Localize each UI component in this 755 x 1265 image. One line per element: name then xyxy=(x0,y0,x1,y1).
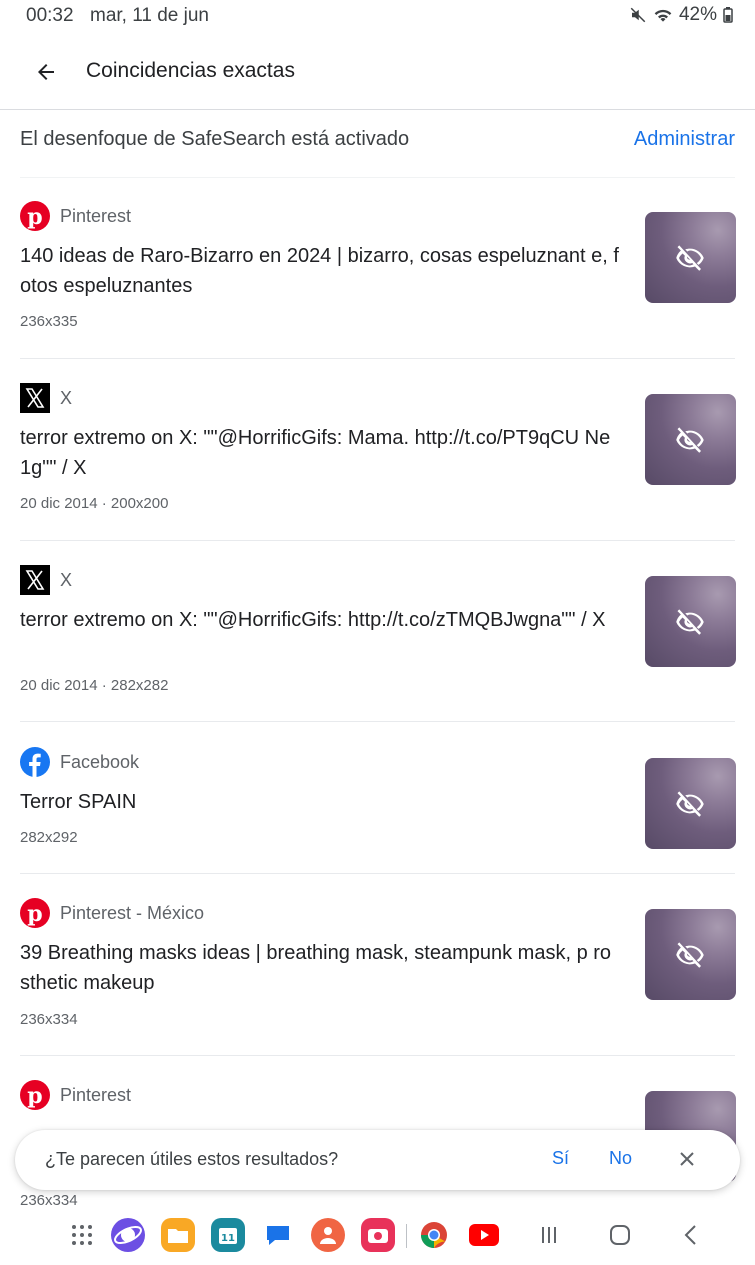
result-meta: 20 dic 2014 · 200x200 xyxy=(20,495,169,512)
result-source-name: Pinterest xyxy=(60,205,132,226)
result-meta: 236x335 xyxy=(20,313,78,330)
divider xyxy=(20,358,735,359)
status-bar: 00:32 mar, 11 de jun 42% xyxy=(0,0,755,32)
divider xyxy=(20,1055,735,1056)
messages-app-icon[interactable] xyxy=(261,1218,295,1252)
svg-text:p: p xyxy=(27,1083,42,1109)
blurred-thumbnail[interactable] xyxy=(645,212,736,303)
result-source-name: Pinterest xyxy=(60,1084,132,1105)
nav-back-button[interactable] xyxy=(674,1218,708,1252)
safesearch-banner: El desenfoque de SafeSearch está activad… xyxy=(0,111,755,177)
facebook-icon xyxy=(20,747,50,777)
camera-app-icon[interactable] xyxy=(361,1218,395,1252)
home-button[interactable] xyxy=(603,1218,637,1252)
result-source-name: X xyxy=(60,387,73,408)
divider xyxy=(20,540,735,541)
result-source: p Pinterest - México xyxy=(20,898,204,928)
visibility-off-icon xyxy=(676,427,704,453)
x-icon xyxy=(20,565,50,595)
blurred-thumbnail[interactable] xyxy=(645,394,736,485)
app-bar: Coincidencias exactas xyxy=(0,32,755,110)
safesearch-status: El desenfoque de SafeSearch está activad… xyxy=(20,128,410,150)
visibility-off-icon xyxy=(676,942,704,968)
svg-text:p: p xyxy=(27,204,42,230)
status-date: mar, 11 de jun xyxy=(90,5,210,26)
result-meta: 236x334 xyxy=(20,1011,78,1028)
blurred-thumbnail[interactable] xyxy=(645,576,736,667)
result-source: Facebook xyxy=(20,747,139,777)
wifi-icon xyxy=(654,9,672,22)
battery-level: 42% xyxy=(678,4,717,25)
result-source-name: Facebook xyxy=(60,751,140,772)
recent-apps-button[interactable] xyxy=(532,1218,566,1252)
youtube-app-icon[interactable] xyxy=(467,1218,501,1252)
result-title[interactable]: Terror SPAIN xyxy=(20,787,620,817)
svg-text:11: 11 xyxy=(221,1233,235,1244)
back-button[interactable] xyxy=(30,56,62,88)
blurred-thumbnail[interactable] xyxy=(645,909,736,1000)
status-indicators: 42% xyxy=(629,4,733,26)
feedback-question: ¿Te parecen útiles estos resultados? xyxy=(45,1149,339,1169)
result-title[interactable]: terror extremo on X: ""@HorrificGifs: ht… xyxy=(20,605,620,635)
result-source: p Pinterest xyxy=(20,1080,131,1110)
result-source-name: X xyxy=(60,569,73,590)
divider xyxy=(20,721,735,722)
files-app-icon[interactable] xyxy=(161,1218,195,1252)
app-drawer-icon[interactable] xyxy=(65,1218,99,1252)
arrow-back-icon xyxy=(38,64,54,80)
blurred-thumbnail[interactable] xyxy=(645,758,736,849)
feedback-no-button[interactable]: No xyxy=(609,1148,632,1169)
result-source: X xyxy=(20,383,72,413)
battery-icon xyxy=(723,7,733,23)
mute-icon xyxy=(630,7,646,23)
result-title[interactable]: 39 Breathing masks ideas | breathing mas… xyxy=(20,938,620,998)
page-title: Coincidencias exactas xyxy=(86,59,295,82)
svg-text:p: p xyxy=(27,901,42,927)
manage-safesearch-link[interactable]: Administrar xyxy=(634,128,735,151)
pinterest-icon: p xyxy=(20,1080,50,1110)
contacts-app-icon[interactable] xyxy=(311,1218,345,1252)
pinterest-icon: p xyxy=(20,898,50,928)
calendar-app-icon[interactable]: 11 xyxy=(211,1218,245,1252)
internet-app-icon[interactable] xyxy=(111,1218,145,1252)
result-meta: 20 dic 2014 · 282x282 xyxy=(20,677,169,694)
close-icon[interactable] xyxy=(675,1147,699,1171)
divider xyxy=(20,873,735,874)
result-source: p Pinterest xyxy=(20,201,131,231)
visibility-off-icon xyxy=(676,791,704,817)
result-meta: 236x334 xyxy=(20,1192,78,1209)
result-source-name: Pinterest - México xyxy=(60,902,205,923)
divider xyxy=(20,177,735,178)
status-time: 00:32 xyxy=(26,5,74,26)
result-title[interactable]: 140 ideas de Raro-Bizarro en 2024 | biza… xyxy=(20,241,620,301)
result-source: X xyxy=(20,565,72,595)
feedback-yes-button[interactable]: Sí xyxy=(552,1148,569,1169)
visibility-off-icon xyxy=(676,245,704,271)
pinterest-icon: p xyxy=(20,201,50,231)
dock-divider xyxy=(406,1224,407,1248)
dock: 11 xyxy=(0,1210,755,1265)
result-meta: 282x292 xyxy=(20,829,78,846)
result-title[interactable]: terror extremo on X: ""@HorrificGifs: Ma… xyxy=(20,423,620,483)
feedback-card: ¿Te parecen útiles estos resultados? Sí … xyxy=(15,1130,740,1190)
visibility-off-icon xyxy=(676,609,704,635)
chrome-app-icon[interactable] xyxy=(417,1218,451,1252)
x-icon xyxy=(20,383,50,413)
